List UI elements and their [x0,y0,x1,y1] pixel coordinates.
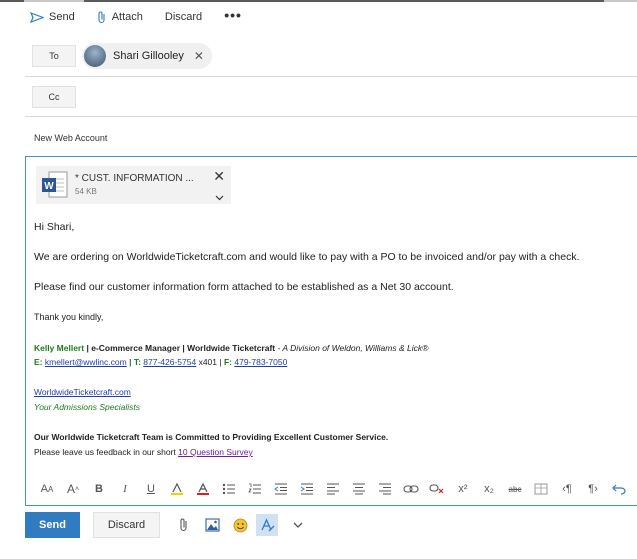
cc-button[interactable]: Cc [32,86,76,108]
body-line-2: Please find our customer information for… [34,281,454,293]
decrease-indent-icon[interactable] [268,479,294,499]
remove-link-icon[interactable] [424,479,450,499]
signature-site-line: WorldwideTicketcraft.com [34,387,637,397]
formatting-toggle-icon[interactable] [256,514,278,536]
superscript-icon[interactable]: x² [450,479,476,499]
discard-button[interactable]: Discard [93,512,160,538]
signature-line-1: Kelly Mellert | e-Commerce Manager | Wor… [34,343,429,353]
bottom-action-bar: Send Discard [25,512,637,538]
insert-table-icon[interactable] [528,479,554,499]
toolbar-discard-label: Discard [164,11,203,23]
highlight-icon[interactable] [164,479,190,499]
chevron-down-icon[interactable] [290,515,306,535]
grow-font-icon[interactable]: A ˄ [60,479,86,499]
italic-icon[interactable]: I [112,479,138,499]
insert-image-icon[interactable] [204,515,220,535]
svg-text:W: W [44,181,54,192]
body-line-1: We are ordering on WorldwideTicketcraft.… [34,251,580,263]
signature-tagline: Your Admissions Specialists [34,402,140,412]
align-right-icon[interactable] [372,479,398,499]
to-row: To Shari Gillooley ✕ [25,40,637,77]
send-button[interactable]: Send [25,512,80,538]
toolbar-send-button[interactable]: Send [30,11,75,23]
send-icon [30,11,44,23]
closing: Thank you kindly, [34,312,104,322]
word-document-icon: W [41,171,69,204]
signature-site-link[interactable]: WorldwideTicketcraft.com [34,387,131,397]
toolbar-discard-button[interactable]: Discard [165,11,202,23]
remove-attachment-icon[interactable]: ✕ [213,168,225,185]
align-left-icon[interactable] [320,479,346,499]
signature-name: Kelly Mellert [34,343,85,353]
ltr-direction-icon[interactable]: ‹¶ [554,479,580,499]
font-size-icon[interactable]: AA [34,479,60,499]
attachment-name: * CUST. INFORMATION ... [75,173,194,184]
signature-division: - A Division of Weldon, Williams & Lick® [275,343,429,353]
bold-icon[interactable]: B [86,479,112,499]
signature-email-link[interactable]: kmellert@wwlinc.com [45,357,127,367]
underline-icon[interactable]: U [138,479,164,499]
align-center-icon[interactable] [346,479,372,499]
undo-icon[interactable] [606,479,632,499]
recipient-name: Shari Gillooley [113,50,184,62]
toolbar-attach-button[interactable]: Attach [97,11,143,24]
rtl-direction-icon[interactable]: ¶› [580,479,606,499]
survey-link[interactable]: 10 Question Survey [178,447,253,457]
greeting: Hi Shari, [34,221,75,233]
message-body-editor[interactable]: W * CUST. INFORMATION ... 54 KB ✕ Hi Sha… [25,156,637,506]
signature-fax-link[interactable]: 479-783-7050 [234,357,287,367]
bullet-list-icon[interactable] [216,479,242,499]
subscript-icon[interactable]: x₂ [476,479,502,499]
toolbar-send-label: Send [49,11,75,23]
remove-recipient-icon[interactable]: ✕ [194,49,204,63]
numbered-list-icon[interactable] [242,479,268,499]
feedback-line: Please leave us feedback in our short 10… [34,447,253,457]
paperclip-icon [97,11,107,24]
paperclip-icon[interactable] [176,515,192,535]
emoji-icon[interactable] [232,515,248,535]
increase-indent-icon[interactable] [294,479,320,499]
chevron-down-icon[interactable] [215,188,224,206]
subject-row[interactable]: New Web Account [25,125,637,150]
insert-link-icon[interactable] [398,479,424,499]
avatar [84,45,106,67]
signature-line-2: E: kmellert@wwlinc.com | T: 877-426-5754… [34,357,288,367]
attachment-card[interactable]: W * CUST. INFORMATION ... 54 KB ✕ [36,166,231,204]
formatting-toolbar: AA A ˄ B I U x² x₂ abc ‹¶ ¶› [26,476,637,502]
font-color-icon[interactable] [190,479,216,499]
strikethrough-icon[interactable]: abc [502,479,528,499]
subject-field[interactable]: New Web Account [34,133,107,143]
signature-title: e-Commerce Manager | Worldwide Ticketcra… [91,343,276,353]
cc-row: Cc [25,82,637,117]
commitment-line: Our Worldwide Ticketcraft Team is Commit… [34,432,389,442]
compose-toolbar: Send Attach Discard ••• [0,2,637,32]
attachment-size: 54 KB [75,187,97,196]
signature-phone-link[interactable]: 877-426-5754 [143,357,196,367]
to-button[interactable]: To [32,45,76,67]
recipient-chip[interactable]: Shari Gillooley ✕ [82,43,212,69]
toolbar-attach-label: Attach [111,11,143,23]
more-options-button[interactable]: ••• [224,7,242,23]
